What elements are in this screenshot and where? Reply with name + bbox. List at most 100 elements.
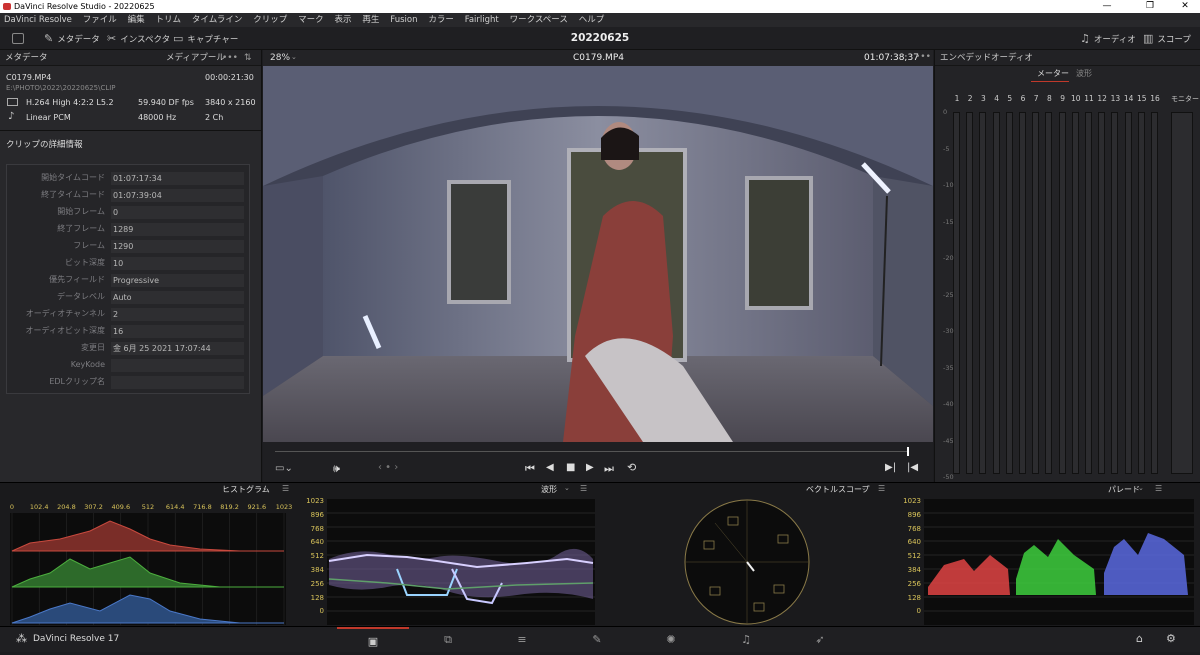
histogram-tick-label: 716.8 <box>193 503 212 511</box>
volume-icon[interactable]: 🕪 <box>333 462 340 476</box>
inspector-tab-label: インスペクタ <box>120 35 171 45</box>
media-pool-toggle[interactable]: メディアプール <box>166 50 225 66</box>
inspector-tab[interactable]: ✂ インスペクタ <box>107 27 170 50</box>
sort-icon[interactable]: ⇅ <box>244 50 252 66</box>
histogram-tick-label: 409.6 <box>111 503 130 511</box>
menu-clip[interactable]: クリップ <box>253 13 287 27</box>
menu-playback[interactable]: 再生 <box>362 13 379 27</box>
home-icon[interactable]: ⌂ <box>1136 632 1143 645</box>
menu-fusion[interactable]: Fusion <box>390 13 417 27</box>
channel-meter <box>1058 112 1066 474</box>
zoom-dropdown[interactable]: 28% <box>270 53 290 63</box>
detail-label: 終了フレーム <box>57 224 105 233</box>
menu-trim[interactable]: トリム <box>156 13 182 27</box>
page-fairlight[interactable]: ♫ <box>710 627 782 653</box>
menu-mark[interactable]: マーク <box>298 13 324 27</box>
page-fusion[interactable]: ✎ <box>561 627 633 653</box>
histogram-tick-label: 307.2 <box>84 503 103 511</box>
parade-title[interactable]: パレード <box>1108 483 1140 497</box>
detail-value[interactable]: Progressive <box>111 274 244 287</box>
stop-icon[interactable]: ■ <box>566 462 575 473</box>
tab-waveform[interactable]: 波形 <box>1076 68 1092 79</box>
db-scale-label: -15 <box>943 217 954 226</box>
tab-meter[interactable]: メーター <box>1037 68 1069 79</box>
histogram-settings-icon[interactable]: ☰ <box>282 484 289 493</box>
db-scale-label: -10 <box>943 181 954 189</box>
detail-value[interactable] <box>111 376 244 389</box>
scrubber-track[interactable] <box>275 451 909 452</box>
viewer-mode-icon[interactable]: ▭⌄ <box>275 463 293 474</box>
scope-panel-button[interactable]: ▥ スコープ <box>1143 27 1191 50</box>
video-viewer[interactable] <box>263 66 933 442</box>
detail-label: 変更日 <box>81 343 105 352</box>
detail-value[interactable]: 16 <box>111 325 244 338</box>
title-bar: DaVinci Resolve Studio - 20220625 — ❐ ✕ <box>0 0 1200 13</box>
audio-panel: エンベデッドオーディオ メーター 波形 モニター 1 2 3 4 5 6 7 8 9 10 11 12… <box>934 50 1200 482</box>
menu-help[interactable]: ヘルプ <box>579 13 605 27</box>
detail-value[interactable]: 01:07:39:04 <box>111 189 244 202</box>
channel-label: 15 <box>1137 94 1147 103</box>
menu-file[interactable]: ファイル <box>83 13 117 27</box>
channel-meter <box>1085 112 1092 474</box>
channel-label: 1 <box>954 94 960 103</box>
edit-page-icon: ≡ <box>517 633 527 646</box>
histogram-tick-label: 614.4 <box>166 503 185 511</box>
page-cut[interactable]: ⧉ <box>412 627 484 653</box>
vectorscope-settings-icon[interactable]: ☰ <box>878 484 885 493</box>
prev-frame-icon[interactable]: |◀ <box>907 462 918 473</box>
channel-label: 2 <box>967 94 973 103</box>
detail-value[interactable]: Auto <box>111 291 244 304</box>
page-edit[interactable]: ≡ <box>486 627 558 653</box>
viewer-more-icon[interactable]: ••• <box>915 52 931 62</box>
waveform-title[interactable]: 波形 <box>541 483 557 497</box>
play-icon[interactable]: ▶ <box>586 462 594 473</box>
db-scale-label: -30 <box>943 327 954 335</box>
layout-toggle-button[interactable] <box>12 33 24 44</box>
minimize-button[interactable]: — <box>1094 0 1120 13</box>
loop-icon[interactable]: ⟲ <box>627 461 636 474</box>
skip-start-icon[interactable]: ⏮ <box>525 462 535 476</box>
histogram-scope: 0 102.4 204.8 307.2 409.6 512 614.4 716.8 819.2 9… <box>10 503 292 625</box>
detail-value[interactable]: 01:07:17:34 <box>111 172 244 185</box>
playhead[interactable] <box>907 447 909 456</box>
skip-end-icon[interactable]: ⏭ <box>604 462 614 476</box>
menu-edit[interactable]: 編集 <box>128 13 145 27</box>
close-button[interactable]: ✕ <box>1172 0 1198 13</box>
detail-value[interactable]: 1289 <box>111 223 244 236</box>
audio-panel-button[interactable]: ♫ オーディオ <box>1080 27 1136 50</box>
channel-meter <box>1045 112 1053 474</box>
detail-value[interactable]: 金 6月 25 2021 17:07:44 <box>111 342 244 355</box>
capture-tab[interactable]: ▭ キャプチャー <box>173 27 238 50</box>
page-media[interactable]: ▣ <box>337 627 409 653</box>
menu-view[interactable]: 表示 <box>334 13 351 27</box>
page-deliver[interactable]: ➶ <box>784 627 856 653</box>
metadata-tab[interactable]: ✎ メタデータ <box>44 27 100 50</box>
detail-label: 開始フレーム <box>57 207 105 216</box>
vectorscope-title[interactable]: ベクトルスコープ <box>806 483 870 497</box>
detail-value[interactable] <box>111 359 244 372</box>
menu-davinci[interactable]: DaVinci Resolve <box>4 13 72 27</box>
menu-timeline[interactable]: タイムライン <box>192 13 242 27</box>
video-resolution: 3840 x 2160 <box>205 98 256 107</box>
jog-icon[interactable]: ‹ • › <box>378 462 398 473</box>
detail-value[interactable]: 10 <box>111 257 244 270</box>
menu-workspace[interactable]: ワークスペース <box>510 13 568 27</box>
channel-meter <box>953 112 960 474</box>
maximize-button[interactable]: ❐ <box>1137 0 1163 13</box>
channel-meter <box>1071 112 1079 474</box>
db-scale-label: -40 <box>943 400 954 408</box>
page-color[interactable]: ✺ <box>635 627 707 653</box>
play-reverse-icon[interactable]: ◀ <box>546 462 554 473</box>
next-frame-icon[interactable]: ▶| <box>885 462 896 473</box>
more-options-icon[interactable]: ••• <box>222 50 238 66</box>
detail-value[interactable]: 2 <box>111 308 244 321</box>
parade-settings-icon[interactable]: ☰ <box>1155 484 1162 493</box>
capture-tab-label: キャプチャー <box>187 35 239 45</box>
detail-value[interactable]: 1290 <box>111 240 244 253</box>
waveform-settings-icon[interactable]: ☰ <box>580 484 587 493</box>
menu-color[interactable]: カラー <box>428 13 454 27</box>
settings-gear-icon[interactable]: ⚙ <box>1166 632 1176 645</box>
menu-fairlight[interactable]: Fairlight <box>465 13 499 27</box>
detail-value[interactable]: 0 <box>111 206 244 219</box>
viewer-clip-name[interactable]: C0179.MP4 <box>573 53 624 63</box>
